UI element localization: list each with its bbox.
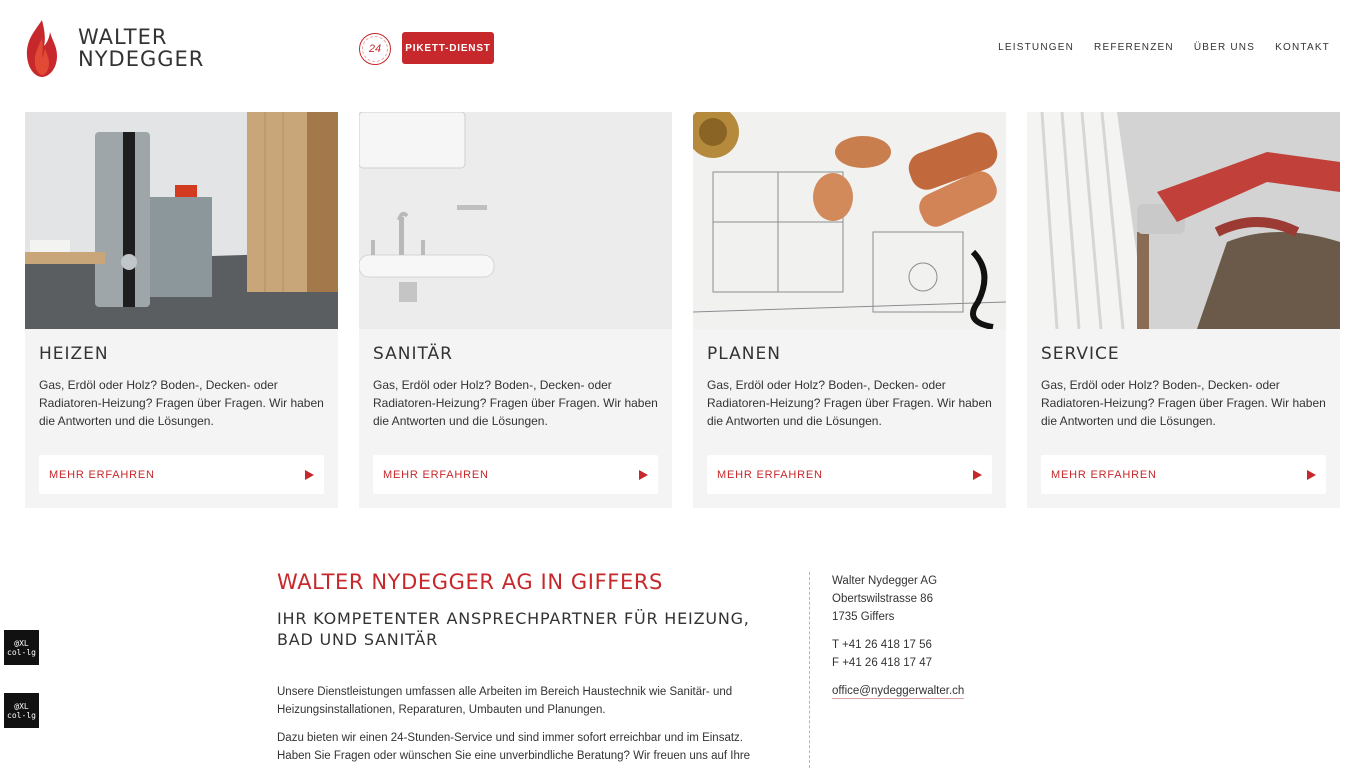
- heizen-image: [25, 112, 338, 329]
- intro-paragraph-2: Dazu bieten wir einen 24-Stunden-Service…: [277, 732, 751, 762]
- 24h-badge-icon[interactable]: 24: [359, 33, 391, 65]
- flame-logo-icon: [26, 20, 57, 77]
- logo[interactable]: WALTER NYDEGGER: [24, 18, 204, 78]
- play-arrow-icon: [973, 469, 982, 480]
- email-link[interactable]: office@nydeggerwalter.ch: [832, 685, 965, 699]
- button-label: MEHR ERFAHREN: [383, 468, 489, 481]
- nav-item-leistungen[interactable]: LEISTUNGEN: [998, 42, 1074, 53]
- pikett-dienst-button[interactable]: PIKETT-DIENST: [402, 32, 494, 64]
- logo-line-1: WALTER: [78, 25, 168, 49]
- debug-line-2: col-lg: [7, 647, 36, 657]
- nav-item-referenzen[interactable]: REFERENZEN: [1094, 42, 1174, 53]
- contact-address: Walter Nydegger AG Obertswilstrasse 86 1…: [832, 572, 965, 710]
- phone[interactable]: T +41 26 418 17 56: [832, 636, 964, 654]
- breakpoint-debug-badge: @XL col-lg: [4, 630, 39, 665]
- card-text: Gas, Erdöl oder Holz? Boden-, Decken- od…: [1041, 378, 1326, 428]
- planen-image: [693, 112, 1006, 329]
- button-label: MEHR ERFAHREN: [49, 468, 155, 481]
- debug-line-2: col-lg: [7, 710, 36, 720]
- logo-wordmark: WALTER NYDEGGER: [78, 26, 204, 70]
- card-text: Gas, Erdöl oder Holz? Boden-, Decken- od…: [373, 378, 658, 428]
- street: Obertswilstrasse 86: [832, 593, 933, 605]
- play-arrow-icon: [305, 469, 314, 480]
- service-card-service: SERVICE Gas, Erdöl oder Holz? Boden-, De…: [1027, 112, 1340, 508]
- intro-paragraph-1: Unsere Dienstleistungen umfassen alle Ar…: [277, 686, 733, 716]
- mehr-erfahren-button[interactable]: MEHR ERFAHREN: [39, 455, 324, 494]
- mehr-erfahren-button[interactable]: MEHR ERFAHREN: [707, 455, 992, 494]
- debug-line-1: @XL: [14, 701, 29, 711]
- card-title: SERVICE: [1041, 344, 1120, 364]
- card-title: SANITÄR: [373, 344, 453, 364]
- play-arrow-icon: [1307, 469, 1316, 480]
- button-label: MEHR ERFAHREN: [717, 468, 823, 481]
- mehr-erfahren-button[interactable]: MEHR ERFAHREN: [373, 455, 658, 494]
- card-text: Gas, Erdöl oder Holz? Boden-, Decken- od…: [707, 378, 992, 428]
- sanitaer-image: [359, 112, 672, 329]
- card-text: Gas, Erdöl oder Holz? Boden-, Decken- od…: [39, 378, 324, 428]
- company-name: Walter Nydegger AG: [832, 575, 938, 587]
- mehr-erfahren-button[interactable]: MEHR ERFAHREN: [1041, 455, 1326, 494]
- service-card-heizen: HEIZEN Gas, Erdöl oder Holz? Boden-, Dec…: [25, 112, 338, 508]
- city: 1735 Giffers: [832, 611, 895, 623]
- service-card-planen: PLANEN Gas, Erdöl oder Holz? Boden-, Dec…: [693, 112, 1006, 508]
- fax: F +41 26 418 17 47: [832, 657, 933, 669]
- intro-section: WALTER NYDEGGER AG IN GIFFERS IHR KOMPET…: [277, 570, 777, 762]
- play-arrow-icon: [639, 469, 648, 480]
- site-header: WALTER NYDEGGER 24 PIKETT-DIENST LEISTUN…: [0, 0, 1365, 100]
- page-subtitle: IHR KOMPETENTER ANSPRECHPARTNER FÜR HEIZ…: [277, 609, 750, 649]
- dashed-divider: [809, 572, 810, 768]
- service-image: [1027, 112, 1340, 329]
- button-label: MEHR ERFAHREN: [1051, 468, 1157, 481]
- main-nav: LEISTUNGEN REFERENZEN ÜBER UNS KONTAKT: [998, 42, 1330, 53]
- debug-line-1: @XL: [14, 638, 29, 648]
- page-title: WALTER NYDEGGER AG IN GIFFERS: [277, 570, 663, 594]
- logo-line-2: NYDEGGER: [78, 47, 205, 71]
- card-title: PLANEN: [707, 344, 781, 364]
- service-card-sanitaer: SANITÄR Gas, Erdöl oder Holz? Boden-, De…: [359, 112, 672, 508]
- nav-item-ueber-uns[interactable]: ÜBER UNS: [1194, 42, 1255, 53]
- breakpoint-debug-badge: @XL col-lg: [4, 693, 39, 728]
- badge-24-label: 24: [368, 43, 382, 55]
- card-title: HEIZEN: [39, 344, 109, 364]
- nav-item-kontakt[interactable]: KONTAKT: [1275, 42, 1330, 53]
